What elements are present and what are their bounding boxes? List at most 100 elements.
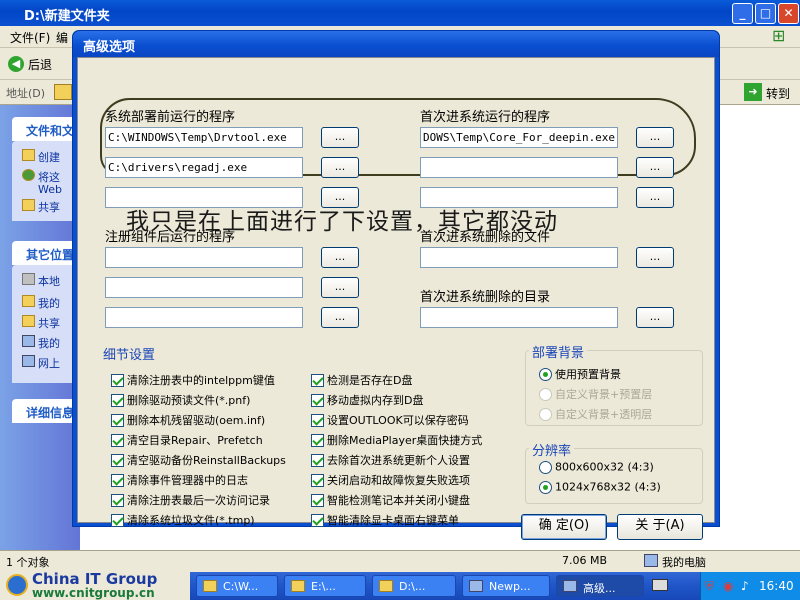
details-header[interactable]: 详细信息 [12,399,80,423]
check-move-pagefile[interactable]: 移动虚拟内存到D盘 [311,392,423,410]
post-register-input-2[interactable] [105,277,303,298]
delete-dirs-input[interactable] [420,307,618,328]
place-local-disk[interactable]: 本地 [22,273,60,289]
windows-logo-icon: ⊞ [772,26,786,45]
resolution-label: 分辨率 [529,440,575,459]
keyboard-icon[interactable] [652,579,668,591]
first-boot-label: 首次进系统运行的程序 [420,110,551,125]
check-laptop-numpad[interactable]: 智能检测笔记本并关闭小键盘 [311,492,470,510]
radio-preset-background[interactable]: 使用预置背景 [539,366,621,382]
post-register-input-3[interactable] [105,307,303,328]
pre-deploy-input-1[interactable]: C:\WINDOWS\Temp\Drvtool.exe [105,127,303,148]
delete-files-input[interactable] [420,247,618,268]
place-my-documents[interactable]: 我的 [22,295,60,311]
first-boot-input-1[interactable]: DOWS\Temp\Core_For_deepin.exe /d [420,127,618,148]
address-label: 地址(D) [6,87,46,100]
checkbox-checked-icon [111,433,124,447]
check-delete-mediaplayer-shortcut[interactable]: 删除MediaPlayer桌面快捷方式 [311,432,482,450]
delete-files-browse[interactable]: ... [636,247,674,268]
close-button[interactable]: ✕ [778,3,799,24]
checkbox-checked-icon [311,473,324,487]
checkbox-checked-icon [111,493,124,507]
folder-icon [379,580,393,592]
first-boot-browse-1[interactable]: ... [636,127,674,148]
radio-selected-icon [539,367,552,381]
place-shared[interactable]: 共享 [22,315,60,331]
post-register-browse-1[interactable]: ... [321,247,359,268]
check-clear-last-access[interactable]: 清除注册表最后一次访问记录 [111,492,270,510]
check-clear-reinstall-backups[interactable]: 清空驱动备份ReinstallBackups [111,452,286,470]
app-icon [469,580,483,592]
task-pane: 文件和文 创建 将这 Web 共享 其它位置 本地 我的 共享 我的 网上 详细… [0,105,80,550]
check-delete-oem-inf[interactable]: 删除本机残留驱动(oem.inf) [111,412,265,430]
checkbox-checked-icon [111,453,124,467]
maximize-button[interactable]: □ [755,3,776,24]
computer-icon [22,335,35,347]
check-clear-tmp[interactable]: 清除系统垃圾文件(*.tmp) [111,512,255,530]
task-button-d[interactable]: D:\... [372,575,456,597]
check-clear-gpu-menu[interactable]: 智能清除显卡桌面右键菜单 [311,512,459,530]
volume-icon[interactable]: ♪ [741,579,749,593]
back-arrow-icon[interactable]: ◀ [8,56,24,72]
checkbox-checked-icon [111,373,124,387]
minimize-button[interactable]: _ [732,3,753,24]
radio-custom-transparent-layer[interactable]: 自定义背景+透明层 [539,406,652,422]
checkbox-checked-icon [311,513,324,527]
shield-icon[interactable]: ⛨ [705,579,714,594]
dialog-body: 系统部署前运行的程序 C:\WINDOWS\Temp\Drvtool.exe .… [77,57,715,540]
task-button-advanced[interactable]: 高级... [556,575,644,597]
pre-deploy-label: 系统部署前运行的程序 [105,110,236,125]
radio-icon [539,460,552,474]
place-network[interactable]: 网上 [22,355,60,371]
go-button[interactable]: 转到 [766,85,790,102]
check-detect-d-drive[interactable]: 检测是否存在D盘 [311,372,412,390]
task-button-newp[interactable]: Newp... [462,575,550,597]
delete-dirs-browse[interactable]: ... [636,307,674,328]
first-boot-browse-3[interactable]: ... [636,187,674,208]
place-my-computer[interactable]: 我的 [22,335,60,351]
checkbox-checked-icon [111,393,124,407]
check-skip-personal-settings[interactable]: 去除首次进系统更新个人设置 [311,452,470,470]
first-boot-browse-2[interactable]: ... [636,157,674,178]
checkbox-checked-icon [111,513,124,527]
dialog-title: 高级选项 [73,31,719,57]
radio-800x600[interactable]: 800x600x32 (4:3) [539,460,654,474]
other-places-header[interactable]: 其它位置 [12,241,80,265]
post-register-browse-3[interactable]: ... [321,307,359,328]
radio-1024x768[interactable]: 1024x768x32 (4:3) [539,480,661,494]
post-register-browse-2[interactable]: ... [321,277,359,298]
radio-custom-preset-layer[interactable]: 自定义背景+预置层 [539,386,652,402]
first-boot-input-2[interactable] [420,157,618,178]
file-tasks-box: 创建 将这 Web 共享 [12,141,80,221]
security-alert-icon[interactable]: ◉ [723,579,733,593]
ok-button[interactable]: 确 定(O) [521,514,607,540]
pre-deploy-input-2[interactable]: C:\drivers\regadj.exe [105,157,303,178]
task-publish-web: Web [38,183,62,196]
task-button-c[interactable]: C:\W... [196,575,278,597]
go-arrow-icon[interactable]: ➜ [744,83,762,101]
back-button[interactable]: 后退 [28,56,52,73]
task-share[interactable]: 共享 [22,199,60,215]
file-tasks-header[interactable]: 文件和文 [12,117,80,141]
pre-deploy-browse-2[interactable]: ... [321,157,359,178]
folder-icon [54,84,72,100]
pre-deploy-browse-1[interactable]: ... [321,127,359,148]
check-delete-pnf[interactable]: 删除驱动预读文件(*.pnf) [111,392,250,410]
check-disable-recovery-options[interactable]: 关闭启动和故障恢复失败选项 [311,472,470,490]
post-register-input-1[interactable] [105,247,303,268]
check-outlook-password[interactable]: 设置OUTLOOK可以保存密码 [311,412,469,430]
new-folder-icon [22,149,35,161]
folder-icon [291,580,305,592]
checkbox-checked-icon [311,393,324,407]
other-places-box: 本地 我的 共享 我的 网上 [12,265,80,383]
check-clear-repair-prefetch[interactable]: 清空目录Repair、Prefetch [111,432,263,450]
menu-edit[interactable]: 编 [56,29,68,46]
about-button[interactable]: 关 于(A) [617,514,703,540]
check-intelppm[interactable]: 清除注册表中的intelppm键值 [111,372,275,390]
status-size: 7.06 MB [562,554,608,567]
task-create[interactable]: 创建 [22,149,60,165]
task-button-e[interactable]: E:\... [284,575,366,597]
check-clear-event-logs[interactable]: 清除事件管理器中的日志 [111,472,248,490]
menu-file[interactable]: 文件(F) [10,29,50,46]
status-location: 我的电脑 [662,556,706,569]
